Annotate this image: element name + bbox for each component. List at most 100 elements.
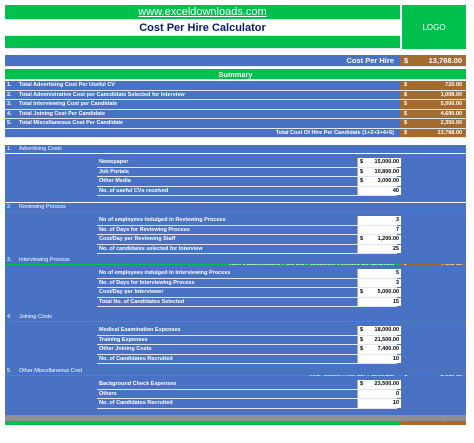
summary-row-value-cell: $5,000.00 — [400, 100, 466, 109]
section-left-strip — [5, 154, 95, 202]
input-value-cell[interactable]: 10 — [357, 399, 401, 408]
input-value-cell[interactable]: 5 — [357, 269, 401, 278]
summary-total-label: Total Cost Of Hire Per Candidate (1+2+3+… — [275, 129, 394, 136]
input-value[interactable]: 15 — [393, 298, 399, 307]
summary-row: 5. Total Miscellaneous Cost Per Candidate… — [5, 119, 466, 129]
input-value-cell[interactable]: 15 — [357, 297, 401, 307]
currency-symbol: $ — [360, 336, 364, 343]
input-row: No. of Days for Interviewing Process 3 — [97, 278, 401, 288]
input-value[interactable]: 40 — [393, 187, 399, 196]
input-value[interactable]: 3 — [396, 279, 399, 288]
input-value[interactable]: 15,000.00 — [375, 158, 399, 167]
summary-heading-row: Summary — [5, 69, 466, 80]
currency-symbol: $ — [360, 289, 364, 296]
input-value[interactable]: 10,800.00 — [375, 168, 399, 177]
cost-per-hire-row: Cost Per Hire $ 13,768.00 — [5, 55, 466, 67]
input-value-cell[interactable]: 10 — [357, 354, 401, 364]
input-label: Medical Examination Expenses — [99, 327, 181, 334]
currency-symbol: $ — [404, 120, 408, 127]
currency-symbol: $ — [360, 168, 364, 175]
summary-row-value: 5,000.00 — [440, 101, 462, 108]
input-value[interactable]: 7,400.00 — [378, 345, 399, 354]
input-value-cell[interactable]: 0 — [357, 389, 401, 399]
input-value[interactable]: 5 — [396, 269, 399, 278]
input-label: Total No. of Candidates Selected — [99, 298, 185, 305]
summary-row-value-cell: $2,350.00 — [400, 119, 466, 128]
input-value-cell[interactable]: 3 — [357, 216, 401, 225]
input-value[interactable]: 23,500.00 — [375, 380, 399, 389]
bottom-strip — [5, 415, 466, 421]
input-label: No. of Days for Reviewing Process — [99, 226, 190, 233]
input-row: No. of Candidates Recruited 10 — [97, 399, 401, 409]
input-value-cell[interactable]: $21,500.00 — [357, 335, 401, 345]
input-value[interactable]: 10 — [393, 399, 399, 408]
summary-row-value-cell: $1,008.00 — [400, 90, 466, 99]
page-title: Cost Per Hire Calculator — [139, 21, 266, 34]
currency-symbol: $ — [404, 101, 408, 108]
summary-total-value: 13,768.00 — [437, 129, 462, 136]
website-link[interactable]: www.exceldownloads.com — [5, 5, 400, 19]
section-left-strip — [5, 376, 95, 415]
input-value-cell[interactable]: 25 — [357, 244, 401, 254]
input-value-cell[interactable]: $3,000.00 — [357, 177, 401, 186]
input-row: Background Check Expenses $23,500.00 — [97, 380, 401, 390]
input-value[interactable]: 10 — [393, 355, 399, 364]
input-value-cell[interactable]: $1,200.00 — [357, 235, 401, 244]
input-label: No. of Candidates Recruited — [99, 400, 173, 407]
summary-row-value: 720.00 — [445, 82, 462, 89]
cost-per-hire-label: Cost Per Hire — [346, 56, 394, 65]
input-value[interactable]: 3,000.00 — [378, 177, 399, 186]
input-label: Job Portals — [99, 168, 129, 175]
input-label: No of employees indulged in Interviewing… — [99, 270, 231, 277]
input-value[interactable]: 25 — [393, 245, 399, 254]
input-value-cell[interactable]: 3 — [357, 278, 401, 288]
input-value[interactable]: 1,200.00 — [378, 235, 399, 244]
section-header: 4. Joining Costs — [5, 313, 466, 321]
summary-row-value: 4,690.00 — [440, 110, 462, 117]
input-value[interactable]: 18,000.00 — [375, 326, 399, 335]
input-row: No. of candidates selected for Interview… — [97, 244, 401, 254]
input-row: Cost/Day per Reviewing Staff $1,200.00 — [97, 235, 401, 245]
section-body: No of employees indulged in Interviewing… — [5, 265, 466, 313]
input-value-cell[interactable]: $15,000.00 — [357, 158, 401, 167]
input-row: Training Expenses $21,500.00 — [97, 335, 401, 345]
input-row: No. of useful CVs received 40 — [97, 186, 401, 196]
input-value[interactable]: 3 — [396, 216, 399, 225]
summary-row-num: 3. — [7, 101, 12, 108]
summary-total-row: Total Cost Of Hire Per Candidate (1+2+3+… — [5, 128, 466, 138]
summary-row-value-cell: $4,690.00 — [400, 109, 466, 118]
input-value[interactable]: 0 — [396, 390, 399, 399]
input-value-cell[interactable]: $10,800.00 — [357, 167, 401, 177]
input-label: Others — [99, 390, 117, 397]
section-title: Advertising Costs — [19, 146, 62, 152]
summary-row-label: Total Administrative Cost per Cancdidate… — [17, 90, 397, 99]
input-row: Medical Examination Expenses $18,000.00 — [97, 326, 401, 336]
title-bar: Cost Per Hire Calculator — [5, 20, 400, 36]
section-inputs: Newspaper $15,000.00 Job Portals $10,800.00… — [97, 158, 401, 196]
input-value-cell[interactable]: 40 — [357, 186, 401, 196]
summary-row-num: 5. — [7, 120, 12, 127]
input-row: No of employees indulged in Interviewing… — [97, 269, 401, 279]
input-value-cell[interactable]: $5,000.00 — [357, 288, 401, 297]
input-value[interactable]: 5,000.00 — [378, 288, 399, 297]
input-label: No. of Days for Interviewing Process — [99, 279, 195, 286]
input-value[interactable]: 21,500.00 — [375, 336, 399, 345]
currency-symbol: $ — [360, 381, 364, 388]
input-value-cell[interactable]: $7,400.00 — [357, 345, 401, 354]
input-value-cell[interactable]: $23,500.00 — [357, 380, 401, 389]
input-row: Job Portals $10,800.00 — [97, 167, 401, 177]
input-row: Newspaper $15,000.00 — [97, 158, 401, 168]
input-label: Newspaper — [99, 159, 129, 166]
summary-row-label: Total Joining Cost Per Candidate — [17, 109, 397, 118]
input-value[interactable]: 7 — [396, 226, 399, 235]
input-value-cell[interactable]: $18,000.00 — [357, 326, 401, 335]
input-label: No. of useful CVs received — [99, 187, 169, 194]
summary-row-label: Total Interviewing Cost per Candidate — [17, 100, 397, 109]
summary-row-value: 1,008.00 — [440, 91, 462, 98]
input-row: Others 0 — [97, 389, 401, 399]
input-row: Other Joining Costs $7,400.00 — [97, 345, 401, 355]
section-inputs: Medical Examination Expenses $18,000.00 Tr… — [97, 326, 401, 364]
cost-per-hire-value-cell: $ 13,768.00 — [400, 55, 466, 66]
input-value-cell[interactable]: 7 — [357, 225, 401, 235]
summary-row-value-cell: $720.00 — [400, 81, 466, 90]
